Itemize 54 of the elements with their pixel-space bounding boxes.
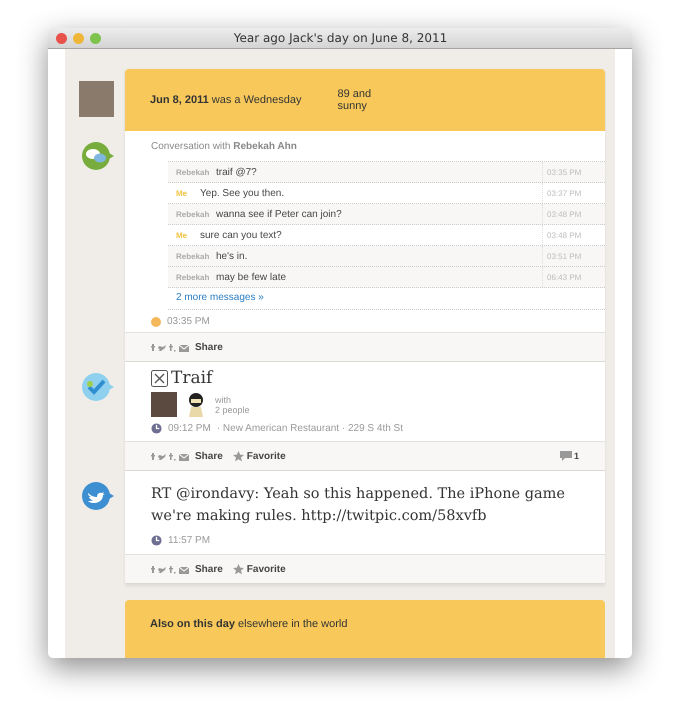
chat-bubbles-icon [81, 141, 115, 171]
place-text: · New American Restaurant · 229 S 4th St [216, 423, 404, 434]
sender-name: Me [175, 230, 188, 240]
sender-name: Rebekah [175, 272, 210, 282]
share-services-icon[interactable] [151, 342, 191, 352]
also-heading: Also on this day elsewhere in the world [150, 618, 348, 630]
sender-name: Rebekah [175, 210, 210, 218]
share-link[interactable]: Share [195, 342, 223, 352]
share-link[interactable]: Share [195, 450, 223, 462]
clock-icon [151, 535, 162, 546]
message-text: traif @7? [216, 166, 257, 178]
tweet-text: RT @irondavy: Yeah so this happened. The iPhone game we're making rules. http://twitpic.com/58xvfb [151, 485, 566, 526]
message-time: 06:43 PM [542, 267, 605, 287]
zoom-button[interactable] [90, 32, 101, 44]
message-time: 03:35 PM [542, 162, 605, 182]
message-text: may be few late [216, 272, 286, 282]
close-button[interactable] [56, 32, 67, 44]
time-dot-icon [151, 316, 161, 326]
share-services-icon[interactable] [151, 564, 191, 574]
avatar-photo [79, 81, 114, 117]
fork-knife-icon [151, 370, 168, 386]
share-services-icon[interactable] [151, 452, 191, 460]
sender-name: Rebekah [175, 252, 210, 260]
clock-icon [151, 423, 162, 434]
window-title: Year ago Jack's day on June 8, 2011 [232, 31, 448, 45]
weather-text: 89 and sunny [337, 88, 372, 112]
date-line: Jun 8, 2011 was a Wednesday [150, 94, 302, 106]
message-text: Yep. See you then. [200, 188, 284, 198]
timestamp: 03:35 PM [167, 316, 210, 327]
venue-title: Traif [171, 368, 212, 388]
check-badge-icon [81, 372, 115, 402]
message-text: sure can you text? [200, 230, 282, 240]
with-label: with [215, 394, 232, 404]
favorite-link[interactable]: Favorite [232, 450, 286, 462]
bird-icon [81, 481, 115, 511]
minimize-button[interactable] [73, 32, 84, 44]
share-link[interactable]: Share [195, 564, 223, 574]
message-time: 03:51 PM [542, 246, 605, 266]
message-text: he's in. [216, 250, 248, 262]
star-icon [232, 450, 244, 462]
people-count: 2 people [215, 404, 250, 414]
message-time: 03:37 PM [542, 183, 605, 203]
sender-name: Me [175, 188, 188, 198]
sender-name: Rebekah [175, 168, 210, 176]
message-text: wanna see if Peter can join? [216, 208, 342, 220]
favorite-link[interactable]: Favorite [232, 564, 286, 574]
more-messages-link[interactable]: 2 more messages » [168, 288, 605, 310]
friend-photo [151, 392, 177, 417]
message-time: 03:48 PM [542, 225, 605, 245]
star-icon [232, 564, 244, 574]
timestamp: 11:57 PM [168, 535, 210, 546]
message-time: 03:48 PM [542, 204, 605, 224]
timestamp: 09:12 PM [168, 423, 211, 434]
conversation-heading: Conversation with Rebekah Ahn [150, 140, 298, 154]
